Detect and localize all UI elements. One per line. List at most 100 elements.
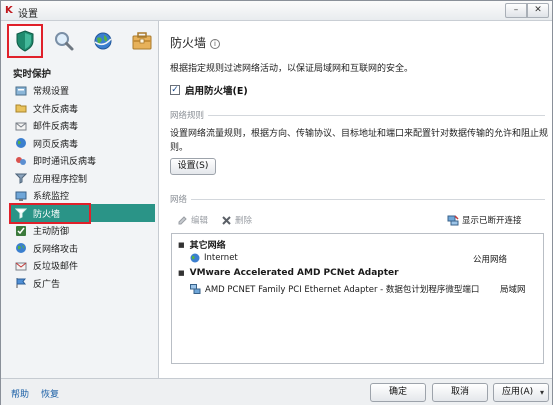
network-list[interactable]: ■ 其它网络 Internet 公用网络 ■ VMware Accelerate… (171, 233, 544, 364)
sidebar-item-mail-antivirus[interactable]: 邮件反病毒 (11, 117, 155, 135)
tab-protection[interactable] (7, 24, 43, 58)
web-icon (16, 138, 26, 149)
network-group-title: 网络 (170, 195, 188, 205)
page-title: 防火墙 i (170, 34, 221, 51)
enable-firewall-option[interactable]: ✓ 启用防火墙(E) (170, 83, 248, 97)
sidebar-item-firewall[interactable]: 防火墙 (9, 202, 91, 224)
network-name: Internet (204, 253, 238, 263)
network-group-name: VMware Accelerated AMD PCNet Adapter (189, 268, 399, 278)
network-name: AMD PCNET Family PCI Ethernet Adapter - … (205, 285, 480, 295)
network-group-row[interactable]: ■ 其它网络 (178, 238, 226, 252)
sidebar-item-label: 反网络攻击 (33, 244, 79, 255)
defense-icon (16, 225, 26, 236)
sidebar-item-system-monitor[interactable]: 系统监控 (11, 187, 155, 205)
window-title: 设置 (18, 9, 38, 20)
sidebar-item-label: 即时通讯反病毒 (33, 157, 97, 168)
filter-icon (15, 173, 27, 185)
minimize-button[interactable]: – (505, 3, 527, 18)
sidebar-item-web-antivirus[interactable]: 网页反病毒 (11, 135, 155, 153)
rules-description: 设置网络流量规则，根据方向、传输协议、目标地址和端口来配置针对数据传输的允许和阻… (170, 129, 549, 153)
edit-label: 编辑 (191, 216, 209, 226)
tab-scan[interactable] (46, 24, 82, 58)
mail-icon (15, 122, 27, 131)
sidebar-item-app-control[interactable]: 应用程序控制 (11, 170, 155, 188)
sidebar-nav: 常规设置 文件反病毒 邮件反病毒 网页反病毒 即时通讯反病毒 应用程序控制 系统… (9, 82, 155, 293)
sidebar-item-network-attack[interactable]: 反网络攻击 (11, 240, 155, 258)
restore-link[interactable]: 恢复 (41, 387, 59, 400)
rules-group-label: 网络规则 (170, 109, 545, 121)
collapse-icon[interactable]: ■ (178, 241, 185, 249)
page-description: 根据指定规则过滤网络活动，以保证局域网和互联网的安全。 (170, 64, 414, 74)
title-bar: K 设置 – ✕ (1, 1, 552, 21)
network-group-label: 网络 (170, 193, 545, 205)
settings-button[interactable]: 设置(S) (170, 158, 216, 175)
folder-icon (15, 104, 27, 113)
edit-button[interactable]: 编辑 (177, 214, 208, 226)
sidebar-item-label: 系统监控 (33, 192, 70, 203)
network-group-row[interactable]: ■ VMware Accelerated AMD PCNet Adapter (178, 268, 399, 278)
sidebar-item-label: 网页反病毒 (33, 139, 79, 150)
collapse-icon[interactable]: ■ (178, 269, 185, 277)
sidebar-item-file-antivirus[interactable]: 文件反病毒 (11, 100, 155, 118)
tab-update[interactable] (85, 24, 121, 58)
apply-label: 应用(A) (502, 387, 534, 397)
sidebar-item-label: 防火墙 (33, 209, 61, 220)
sidebar-item-label: 文件反病毒 (33, 104, 79, 115)
antispam-icon (15, 262, 27, 271)
help-link[interactable]: 帮助 (11, 387, 29, 400)
apply-dropdown-icon[interactable]: ▾ (540, 384, 544, 401)
ok-button[interactable]: 确定 (370, 383, 426, 402)
network-type: 局域网 (500, 285, 526, 295)
pencil-icon (178, 215, 187, 224)
network-group-name: 其它网络 (189, 241, 226, 251)
show-disconnected-button[interactable]: 显示已断开连接 (447, 214, 522, 226)
network-attack-icon (16, 243, 26, 254)
delete-x-icon (222, 215, 231, 225)
cancel-button[interactable]: 取消 (432, 383, 488, 402)
show-disconnected-label: 显示已断开连接 (462, 216, 522, 226)
network-adapter-icon (190, 284, 201, 294)
network-row[interactable]: Internet (190, 253, 238, 263)
delete-label: 删除 (235, 216, 253, 226)
category-tabs (1, 21, 159, 61)
antibanner-icon (16, 278, 27, 289)
chat-icon (16, 156, 26, 165)
sidebar-item-im-antivirus[interactable]: 即时通讯反病毒 (11, 152, 155, 170)
network-disconnected-icon (447, 214, 459, 225)
settings-icon (15, 86, 27, 96)
sidebar-item-proactive-defense[interactable]: 主动防御 (11, 222, 155, 240)
sidebar-item-general[interactable]: 常规设置 (11, 82, 155, 100)
rules-group-title: 网络规则 (170, 111, 205, 121)
page-title-text: 防火墙 (170, 36, 207, 50)
sidebar-item-antibanner[interactable]: 反广告 (11, 275, 155, 293)
sidebar-item-label: 主动防御 (33, 227, 70, 238)
network-type: 公用网络 (473, 255, 508, 265)
magnifier-icon (55, 32, 74, 51)
section-title: 实时保护 (13, 69, 52, 80)
app-logo-icon: K (5, 5, 13, 16)
main-panel: 防火墙 i 根据指定规则过滤网络活动，以保证局域网和互联网的安全。 ✓ 启用防火墙… (160, 21, 552, 378)
footer-bar: 帮助 恢复 确定 取消 应用(A) ▾ (1, 378, 552, 405)
delete-button[interactable]: 删除 (221, 214, 252, 226)
info-icon[interactable]: i (210, 39, 221, 49)
network-row[interactable]: AMD PCNET Family PCI Ethernet Adapter - … (190, 283, 479, 295)
toolbox-icon (132, 32, 152, 50)
sidebar: 实时保护 常规设置 文件反病毒 邮件反病毒 网页反病毒 即时通讯反病毒 应用程序… (1, 21, 159, 378)
enable-firewall-label: 启用防火墙(E) (185, 86, 248, 97)
sidebar-item-label: 常规设置 (33, 87, 70, 98)
settings-window: K 设置 – ✕ 实时保护 常规设置 文件反病毒 邮件反病毒 网页反病毒 即时通… (0, 0, 553, 405)
close-button[interactable]: ✕ (527, 3, 549, 18)
sidebar-item-antispam[interactable]: 反垃圾邮件 (11, 257, 155, 275)
network-toolbar: 编辑 删除 显示已断开连接 (171, 212, 543, 230)
globe-icon (190, 253, 200, 263)
monitor-icon (15, 191, 27, 201)
sidebar-item-label: 反垃圾邮件 (33, 262, 79, 273)
sidebar-item-label: 应用程序控制 (33, 174, 88, 185)
sidebar-item-label: 反广告 (33, 279, 61, 290)
tab-options[interactable] (124, 24, 160, 58)
firewall-icon (15, 208, 27, 220)
sidebar-item-label: 邮件反病毒 (33, 122, 79, 133)
apply-button[interactable]: 应用(A) ▾ (493, 383, 549, 402)
enable-firewall-checkbox[interactable]: ✓ (170, 85, 180, 95)
globe-icon (94, 32, 112, 50)
